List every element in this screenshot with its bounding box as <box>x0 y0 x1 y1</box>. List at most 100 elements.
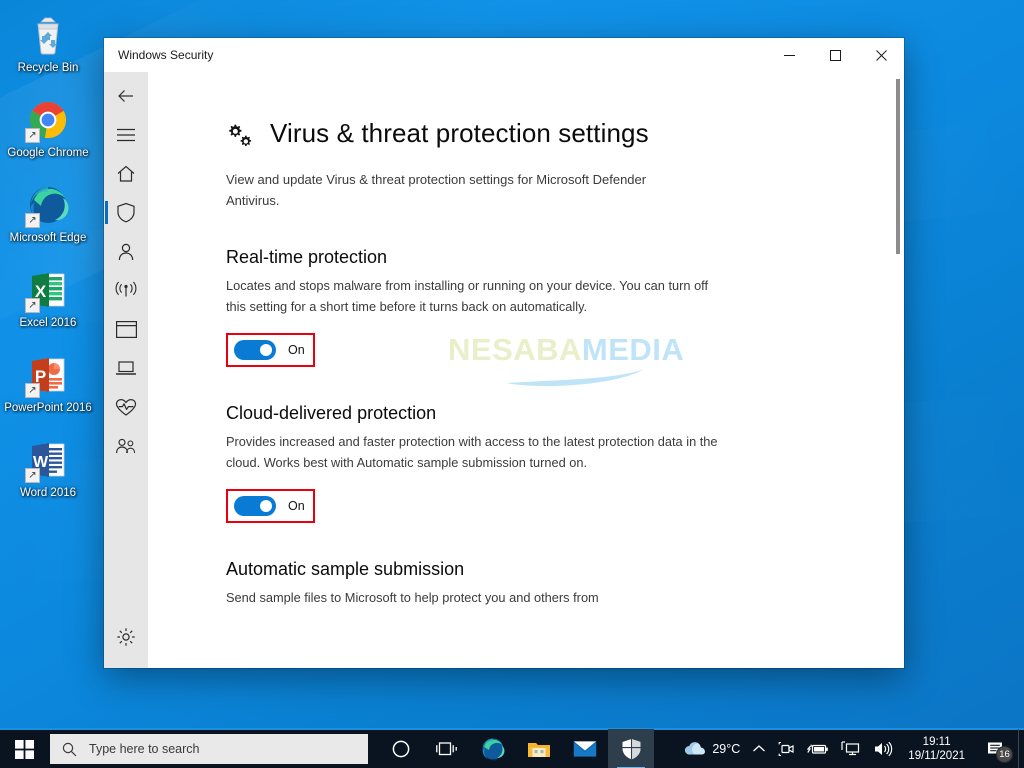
close-icon <box>875 49 887 61</box>
network-monitor-icon <box>841 741 860 756</box>
windows-start-icon <box>14 739 34 759</box>
page-title: Virus & threat protection settings <box>270 118 649 148</box>
folder-icon <box>528 742 550 757</box>
gears-settings-icon <box>226 124 256 155</box>
wifi-icon <box>115 281 137 296</box>
real-time-protection-toggle[interactable] <box>234 340 276 360</box>
sidebar-item-firewall-network-protection[interactable] <box>104 271 148 310</box>
section-automatic-sample-submission: Automatic sample submission Send sample … <box>226 559 904 608</box>
cloud-delivered-protection-toggle-row[interactable]: On <box>226 489 315 523</box>
section-real-time-protection: Real-time protection Locates and stops m… <box>226 247 904 367</box>
real-time-protection-toggle-row[interactable]: On <box>226 333 315 367</box>
heart-pulse-icon <box>115 398 137 416</box>
scrollbar-thumb[interactable] <box>896 79 900 254</box>
search-placeholder: Type here to search <box>89 742 200 756</box>
desktop-icon-excel-2016[interactable]: X ↗ Excel 2016 <box>0 261 96 336</box>
system-tray: 29°C 19:11 19/11/2021 16 <box>678 729 1024 768</box>
tray-volume[interactable] <box>867 729 899 768</box>
minimize-button[interactable] <box>766 38 812 72</box>
desktop-icon-microsoft-edge[interactable]: ↗ Microsoft Edge <box>0 176 96 251</box>
show-desktop-button[interactable] <box>1018 729 1024 768</box>
shortcut-overlay-icon: ↗ <box>25 468 40 483</box>
edge-icon <box>482 738 505 761</box>
sidebar-item-home[interactable] <box>104 154 148 193</box>
search-input[interactable]: Type here to search <box>50 734 368 764</box>
window-title: Windows Security <box>118 48 214 62</box>
vertical-scrollbar[interactable] <box>896 79 900 649</box>
close-button[interactable] <box>858 38 904 72</box>
taskbar-item-cortana[interactable] <box>378 729 424 768</box>
clock-time: 19:11 <box>922 736 951 748</box>
search-icon <box>62 742 77 756</box>
edge-icon: ↗ <box>25 182 71 228</box>
cloud-delivered-protection-toggle[interactable] <box>234 496 276 516</box>
laptop-icon <box>116 361 136 375</box>
desktop-icon-label: Microsoft Edge <box>9 232 87 244</box>
taskbar-item-microsoft-edge[interactable] <box>470 729 516 768</box>
toggle-state-label: On <box>288 343 305 357</box>
section-description: Locates and stops malware from installin… <box>226 278 709 314</box>
toggle-knob <box>260 344 272 356</box>
excel-icon: X ↗ <box>25 267 71 313</box>
notification-badge: 16 <box>996 746 1013 763</box>
cloud-icon <box>685 742 706 755</box>
clock[interactable]: 19:11 19/11/2021 <box>899 729 974 768</box>
chevron-up-icon <box>753 745 766 752</box>
back-arrow-icon <box>118 89 133 102</box>
word-icon: W ↗ <box>25 437 71 483</box>
shortcut-overlay-icon: ↗ <box>25 213 40 228</box>
sidebar-item-account-protection[interactable] <box>104 232 148 271</box>
hamburger-menu-icon <box>117 128 135 141</box>
taskbar-item-file-explorer[interactable] <box>516 729 562 768</box>
sidebar-item-device-performance-health[interactable] <box>104 388 148 427</box>
gear-icon <box>117 627 135 646</box>
page-header: Virus & threat protection settings <box>226 118 904 155</box>
section-description: Provides increased and faster protection… <box>226 434 718 470</box>
minimize-icon <box>783 54 795 56</box>
recycle-bin-icon <box>25 12 71 58</box>
desktop-icon-label: Word 2016 <box>19 487 77 499</box>
desktop-icon-recycle-bin[interactable]: Recycle Bin <box>0 6 96 81</box>
desktop-icon-label: Excel 2016 <box>19 317 77 329</box>
taskbar-item-mail[interactable] <box>562 729 608 768</box>
shortcut-overlay-icon: ↗ <box>25 128 40 143</box>
app-window-icon <box>115 321 137 338</box>
hamburger-menu-button[interactable] <box>104 115 148 154</box>
back-button[interactable] <box>104 76 148 115</box>
desktop-icon-powerpoint-2016[interactable]: P ↗ PowerPoint 2016 <box>0 346 96 421</box>
toggle-state-label: On <box>288 499 305 513</box>
cortana-circle-icon <box>392 740 410 758</box>
sidebar-item-app-browser-control[interactable] <box>104 310 148 349</box>
section-title: Automatic sample submission <box>226 559 465 579</box>
tray-weather[interactable]: 29°C <box>678 729 746 768</box>
section-title: Real-time protection <box>226 247 388 267</box>
tray-battery[interactable] <box>801 729 835 768</box>
tray-network[interactable] <box>835 729 867 768</box>
notification-center-button[interactable]: 16 <box>974 729 1018 768</box>
section-title: Cloud-delivered protection <box>226 403 437 423</box>
sidebar-item-virus-threat-protection[interactable] <box>104 193 148 232</box>
window-titlebar[interactable]: Windows Security <box>104 38 904 72</box>
speaker-icon <box>875 741 893 757</box>
desktop-icon-grid: Recycle Bin ↗ Google Chrome ↗ Microsoft … <box>0 6 96 516</box>
sidebar-item-device-security[interactable] <box>104 349 148 388</box>
weather-temperature: 29°C <box>712 742 741 756</box>
tray-camera-privacy[interactable] <box>772 729 801 768</box>
shortcut-overlay-icon: ↗ <box>25 298 40 313</box>
taskbar-item-task-view[interactable] <box>424 729 470 768</box>
toggle-knob <box>260 500 272 512</box>
desktop-icon-google-chrome[interactable]: ↗ Google Chrome <box>0 91 96 166</box>
start-button[interactable] <box>0 729 48 768</box>
tray-show-hidden-icons[interactable] <box>746 729 772 768</box>
sidebar-item-settings[interactable] <box>104 617 148 656</box>
shield-icon <box>117 202 135 223</box>
maximize-button[interactable] <box>812 38 858 72</box>
taskbar-item-windows-security[interactable] <box>608 729 654 768</box>
maximize-icon <box>829 49 841 61</box>
sidebar-item-family-options[interactable] <box>104 427 148 466</box>
home-icon <box>117 165 135 182</box>
windows-security-window: Windows Security Virus & threat protecti… <box>104 38 904 668</box>
desktop-icon-word-2016[interactable]: W ↗ Word 2016 <box>0 431 96 506</box>
mail-envelope-icon <box>573 741 597 757</box>
content-area: Virus & threat protection settings View … <box>148 72 904 668</box>
